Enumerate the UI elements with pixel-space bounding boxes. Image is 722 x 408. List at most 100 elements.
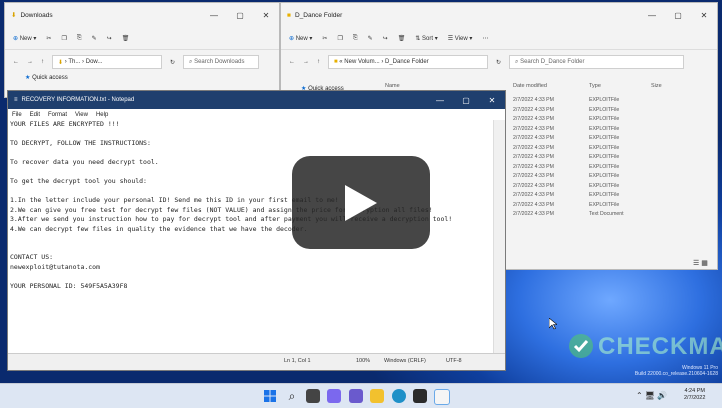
cell-date: 2/7/2022 4:33 PM	[513, 97, 554, 103]
table-row[interactable]: 2/7/2022 4:33 PMEXPLOITFile222 KB	[513, 144, 717, 154]
minimize-button[interactable]: —	[201, 11, 227, 20]
table-row[interactable]: 2/7/2022 4:33 PMEXPLOITFile18 KB	[513, 173, 717, 182]
cell-type: EXPLOITFile	[589, 116, 620, 122]
maximize-button[interactable]: ▢	[453, 96, 479, 105]
cell-type: EXPLOITFile	[589, 182, 620, 189]
widgets-icon[interactable]	[327, 389, 341, 403]
downloads-titlebar[interactable]: ⬇ Downloads — ▢ ✕	[5, 3, 279, 27]
task-view-icon[interactable]	[306, 389, 320, 403]
downloads-toolbar: ⊕ New ▾ ✂ ❐ ⎘ ✎ ↪ 🗑	[5, 27, 279, 50]
refresh-icon[interactable]: ↻	[170, 59, 175, 66]
clock[interactable]: 4:24 PM 2/7/2022	[684, 388, 705, 402]
back-icon[interactable]: ←	[13, 59, 19, 65]
tray-icons[interactable]: ⌃ 🖥 🔊	[636, 391, 667, 400]
cell-type: EXPLOITFile	[589, 144, 620, 151]
search-icon[interactable]: ⌕	[285, 389, 299, 403]
text-line	[10, 272, 490, 282]
menu-edit[interactable]: Edit	[30, 112, 40, 118]
cell-date: 2/7/2022 4:33 PM	[513, 135, 554, 141]
cell-type: EXPLOITFile	[589, 192, 620, 198]
share-icon[interactable]: ↪	[107, 35, 112, 42]
store-icon[interactable]	[413, 389, 427, 403]
cell-date: 2/7/2022 4:33 PM	[513, 201, 554, 208]
play-icon	[345, 185, 377, 221]
downloads-title: Downloads	[20, 11, 53, 19]
tiles-view-icon[interactable]: ▦	[701, 260, 708, 267]
cell-type: EXPLOITFile	[589, 173, 620, 179]
cell-type: EXPLOITFile	[589, 163, 620, 170]
downloads-folder-icon: ⬇	[11, 12, 17, 19]
cell-date: 2/7/2022 4:33 PM	[513, 154, 554, 160]
text-line: YOUR PERSONAL ID: 549F5A5A39F8	[10, 281, 128, 290]
notepad-status-bar: Ln 1, Col 1 100% Windows (CRLF) UTF-8	[8, 353, 505, 370]
downloads-navbar: ← → ↑ ⬇ › Th... › Dow... ↻ ⌕ Search Down…	[5, 50, 279, 74]
forward-icon[interactable]: →	[27, 59, 33, 65]
rename-icon[interactable]: ✎	[92, 35, 97, 42]
paste-icon[interactable]: ⎘	[77, 35, 82, 42]
file-explorer-icon[interactable]	[370, 389, 384, 403]
downloads-quick-access[interactable]: ★ Quick access	[5, 74, 279, 81]
download-icon: ⬇	[58, 59, 64, 66]
notepad-title: RECOVERY INFORMATION.txt - Notepad	[21, 97, 135, 103]
cell-type: Text Document	[589, 211, 624, 217]
table-row[interactable]: 2/7/2022 4:33 PMEXPLOITFile6,768 KB	[513, 135, 717, 144]
table-row[interactable]: 2/7/2022 4:33 PMEXPLOITFile24 KB	[513, 106, 717, 116]
notepad-menubar: File Edit Format View Help	[8, 109, 505, 120]
details-view-icon[interactable]: ☰	[693, 260, 699, 267]
table-row[interactable]: 2/7/2022 4:33 PMEXPLOITFile21 KB	[513, 192, 717, 201]
copy-icon[interactable]: ❐	[61, 35, 66, 42]
table-row[interactable]: 2/7/2022 4:33 PMEXPLOITFile408 KB	[513, 126, 717, 135]
cell-date: 2/7/2022 4:33 PM	[513, 211, 554, 217]
edge-browser-icon[interactable]	[392, 389, 406, 403]
cell-type: EXPLOITFile	[589, 106, 620, 113]
table-row[interactable]: 2/7/2022 4:33 PMEXPLOITFile1,006 KB	[513, 154, 717, 163]
delete-icon[interactable]: 🗑	[122, 35, 130, 42]
table-row[interactable]: 2/7/2022 4:33 PMEXPLOITFile0,461 KB	[513, 201, 717, 211]
menu-view[interactable]: View	[75, 112, 88, 118]
table-row[interactable]: 2/7/2022 4:33 PMEXPLOITFile2,121 KB	[513, 97, 717, 106]
downloads-search-input[interactable]: ⌕ Search Downloads	[183, 55, 260, 69]
up-icon[interactable]: ↑	[41, 59, 44, 65]
text-line	[10, 130, 490, 140]
table-row[interactable]: 2/7/2022 4:33 PMEXPLOITFile541 KB	[513, 163, 717, 173]
watermark-logo: CHECKMAL	[598, 333, 722, 360]
cell-date: 2/7/2022 4:33 PM	[513, 182, 554, 189]
status-zoom: 100%	[356, 358, 371, 364]
table-row[interactable]: 2/7/2022 4:33 PMEXPLOITFile33 KB	[513, 116, 717, 125]
menu-help[interactable]: Help	[96, 112, 108, 118]
cell-date: 2/7/2022 4:33 PM	[513, 144, 554, 151]
cell-type: EXPLOITFile	[589, 97, 620, 103]
video-play-button[interactable]	[292, 156, 430, 249]
chat-icon[interactable]	[349, 389, 363, 403]
taskbar: ⌕ ⌃ 🖥 🔊 4:24 PM 2/7/2022	[0, 383, 722, 408]
close-button[interactable]: ✕	[253, 11, 279, 20]
new-button[interactable]: ⊕ New ▾	[13, 35, 36, 42]
notepad-titlebar[interactable]: ≡ RECOVERY INFORMATION.txt - Notepad — ▢ ✕	[8, 91, 505, 109]
table-row[interactable]: 2/7/2022 4:33 PMEXPLOITFile4 KB	[513, 182, 717, 192]
downloads-address-bar[interactable]: ⬇ › Th... › Dow...	[52, 55, 162, 69]
notepad-scrollbar[interactable]	[493, 120, 505, 355]
menu-format[interactable]: Format	[48, 112, 67, 118]
mouse-cursor-icon	[549, 318, 557, 330]
notepad-taskbar-icon[interactable]	[434, 389, 450, 405]
start-button-icon[interactable]	[263, 389, 277, 403]
text-line: newexploit@tutanota.com	[10, 262, 101, 271]
status-line-ending: Windows (CRLF)	[384, 358, 426, 364]
star-icon: ★	[25, 75, 31, 81]
maximize-button[interactable]: ▢	[227, 11, 253, 20]
view-toggles: ☰ ▦	[693, 259, 708, 267]
cell-type: EXPLOITFile	[589, 135, 620, 141]
cut-icon[interactable]: ✂	[46, 35, 51, 42]
cell-date: 2/7/2022 4:33 PM	[513, 106, 554, 113]
text-line: YOUR FILES ARE ENCRYPTED !!!	[10, 120, 120, 128]
status-encoding: UTF-8	[446, 358, 462, 364]
text-line: TO DECRYPT, FOLLOW THE INSTRUCTIONS:	[10, 139, 151, 147]
notepad-window[interactable]: ≡ RECOVERY INFORMATION.txt - Notepad — ▢ ✕…	[7, 90, 506, 371]
menu-file[interactable]: File	[12, 112, 22, 118]
table-row[interactable]: 2/7/2022 4:33 PMText Document1 KB	[513, 211, 717, 220]
plus-icon: ⊕	[13, 35, 19, 42]
close-button[interactable]: ✕	[479, 96, 505, 105]
cell-date: 2/7/2022 4:33 PM	[513, 173, 554, 179]
downloads-window[interactable]: ⬇ Downloads — ▢ ✕ ⊕ New ▾ ✂ ❐ ⎘ ✎ ↪ 🗑 ← → …	[4, 2, 280, 98]
minimize-button[interactable]: —	[427, 96, 453, 105]
